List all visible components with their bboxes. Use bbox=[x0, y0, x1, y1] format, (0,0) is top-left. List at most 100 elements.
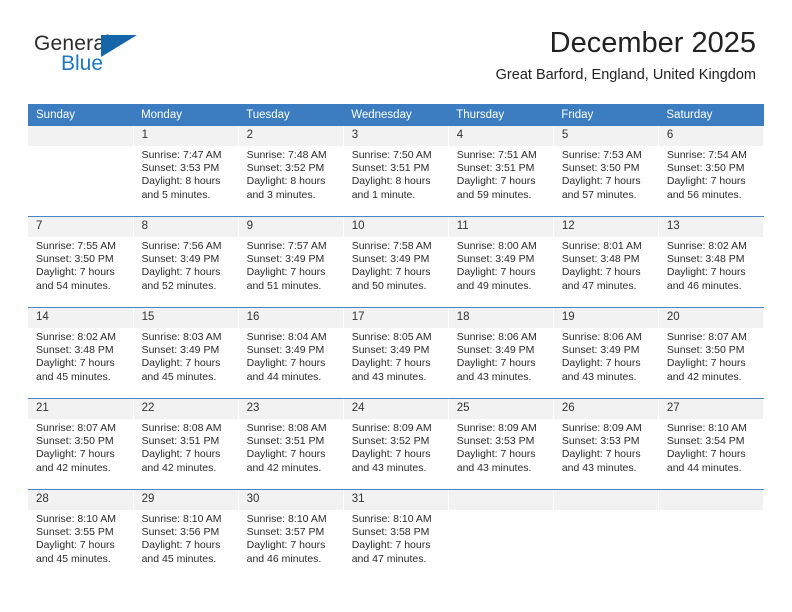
day-number: 29 bbox=[133, 490, 238, 510]
weekday-header-friday: Friday bbox=[553, 104, 659, 126]
sunset-time: Sunset: 3:52 PM bbox=[246, 162, 325, 175]
sunrise-time: Sunrise: 7:54 AM bbox=[666, 149, 747, 161]
calendar-body: 1 Sunrise: 7:47 AM Sunset: 3:53 PM Daylight… bbox=[28, 126, 765, 580]
day-details: Sunrise: 7:53 AM Sunset: 3:50 PM Daylight:… bbox=[554, 146, 658, 202]
sunrise-time: Sunrise: 8:07 AM bbox=[36, 422, 116, 434]
calendar-day-cell[interactable]: 16 Sunrise: 8:04 AM Sunset: 3:49 PM Dayligh… bbox=[238, 307, 344, 399]
calendar-day-cell[interactable]: 15 Sunrise: 8:03 AM Sunset: 3:49 PM Dayligh… bbox=[133, 307, 239, 399]
calendar-day-cell[interactable]: 26 Sunrise: 8:09 AM Sunset: 3:53 PM Dayligh… bbox=[553, 398, 659, 490]
day-number bbox=[658, 490, 763, 510]
calendar-day-cell[interactable]: 14 Sunrise: 8:02 AM Sunset: 3:48 PM Dayligh… bbox=[28, 307, 134, 399]
calendar-day-cell[interactable]: 25 Sunrise: 8:09 AM Sunset: 3:53 PM Dayligh… bbox=[448, 398, 554, 490]
sunrise-time: Sunrise: 8:03 AM bbox=[141, 331, 222, 343]
calendar-day-cell[interactable]: 30 Sunrise: 8:10 AM Sunset: 3:57 PM Dayligh… bbox=[238, 489, 344, 580]
day-number: 6 bbox=[658, 126, 763, 146]
daylight-duration-line1: Daylight: 7 hours bbox=[456, 448, 536, 461]
sunset-time: Sunset: 3:50 PM bbox=[561, 162, 640, 175]
calendar-day-cell[interactable]: 22 Sunrise: 8:08 AM Sunset: 3:51 PM Dayligh… bbox=[133, 398, 239, 490]
weekday-header-thursday: Thursday bbox=[448, 104, 554, 126]
day-details: Sunrise: 8:10 AM Sunset: 3:58 PM Daylight:… bbox=[344, 510, 448, 566]
calendar-day-cell[interactable]: 6 Sunrise: 7:54 AM Sunset: 3:50 PM Daylight… bbox=[658, 126, 765, 217]
daylight-duration-line2: and 59 minutes. bbox=[456, 188, 532, 201]
brand-logo[interactable]: General Blue bbox=[34, 32, 164, 80]
calendar-day-cell[interactable]: 10 Sunrise: 7:58 AM Sunset: 3:49 PM Dayligh… bbox=[343, 216, 449, 308]
day-number: 24 bbox=[343, 399, 448, 419]
day-details: Sunrise: 8:09 AM Sunset: 3:53 PM Daylight:… bbox=[554, 419, 658, 475]
day-number: 28 bbox=[28, 490, 133, 510]
sunrise-time: Sunrise: 8:06 AM bbox=[561, 331, 642, 343]
day-number: 2 bbox=[238, 126, 343, 146]
day-number: 17 bbox=[343, 308, 448, 328]
calendar-day-cell[interactable]: 4 Sunrise: 7:51 AM Sunset: 3:51 PM Daylight… bbox=[448, 126, 554, 217]
day-details: Sunrise: 8:05 AM Sunset: 3:49 PM Daylight:… bbox=[344, 328, 448, 384]
sunset-time: Sunset: 3:53 PM bbox=[456, 435, 535, 448]
daylight-duration-line2: and 54 minutes. bbox=[36, 279, 111, 292]
calendar-day-cell[interactable]: 31 Sunrise: 8:10 AM Sunset: 3:58 PM Dayligh… bbox=[343, 489, 449, 580]
calendar-day-cell[interactable]: 3 Sunrise: 7:50 AM Sunset: 3:51 PM Daylight… bbox=[343, 126, 449, 217]
sunrise-time: Sunrise: 8:07 AM bbox=[666, 331, 747, 343]
daylight-duration-line2: and 45 minutes. bbox=[141, 370, 217, 383]
calendar-day-cell[interactable]: 9 Sunrise: 7:57 AM Sunset: 3:49 PM Daylight… bbox=[238, 216, 344, 308]
calendar-day-cell[interactable]: 21 Sunrise: 8:07 AM Sunset: 3:50 PM Dayligh… bbox=[28, 398, 134, 490]
calendar-day-cell[interactable]: 19 Sunrise: 8:06 AM Sunset: 3:49 PM Dayligh… bbox=[553, 307, 659, 399]
weekday-header-sunday: Sunday bbox=[28, 104, 134, 126]
day-number: 7 bbox=[28, 217, 133, 237]
calendar-cell-empty bbox=[658, 489, 765, 580]
daylight-duration-line1: Daylight: 7 hours bbox=[456, 266, 536, 279]
calendar-day-cell[interactable]: 8 Sunrise: 7:56 AM Sunset: 3:49 PM Daylight… bbox=[133, 216, 239, 308]
weekday-header-wednesday: Wednesday bbox=[343, 104, 449, 126]
sunset-time: Sunset: 3:54 PM bbox=[666, 435, 745, 448]
calendar-day-cell[interactable]: 7 Sunrise: 7:55 AM Sunset: 3:50 PM Daylight… bbox=[28, 216, 134, 308]
weekday-header-tuesday: Tuesday bbox=[238, 104, 344, 126]
calendar-day-cell[interactable]: 2 Sunrise: 7:48 AM Sunset: 3:52 PM Daylight… bbox=[238, 126, 344, 217]
sunset-time: Sunset: 3:51 PM bbox=[246, 435, 325, 448]
day-details: Sunrise: 8:06 AM Sunset: 3:49 PM Daylight:… bbox=[449, 328, 553, 384]
day-number: 12 bbox=[553, 217, 658, 237]
daylight-duration-line2: and 45 minutes. bbox=[36, 370, 111, 383]
calendar-cell-empty bbox=[553, 489, 659, 580]
weekday-header-monday: Monday bbox=[133, 104, 239, 126]
sunrise-time: Sunrise: 7:47 AM bbox=[141, 149, 222, 161]
calendar-day-cell[interactable]: 11 Sunrise: 8:00 AM Sunset: 3:49 PM Dayligh… bbox=[448, 216, 554, 308]
day-details: Sunrise: 7:55 AM Sunset: 3:50 PM Daylight:… bbox=[28, 237, 133, 293]
daylight-duration-line2: and 57 minutes. bbox=[561, 188, 637, 201]
sunrise-time: Sunrise: 7:53 AM bbox=[561, 149, 642, 161]
calendar-day-cell[interactable]: 29 Sunrise: 8:10 AM Sunset: 3:56 PM Dayligh… bbox=[133, 489, 239, 580]
calendar-day-cell[interactable]: 18 Sunrise: 8:06 AM Sunset: 3:49 PM Dayligh… bbox=[448, 307, 554, 399]
calendar-day-cell[interactable]: 1 Sunrise: 7:47 AM Sunset: 3:53 PM Daylight… bbox=[133, 126, 239, 217]
daylight-duration-line1: Daylight: 8 hours bbox=[246, 175, 326, 188]
calendar-day-cell[interactable]: 20 Sunrise: 8:07 AM Sunset: 3:50 PM Dayligh… bbox=[658, 307, 765, 399]
calendar-day-cell[interactable]: 12 Sunrise: 8:01 AM Sunset: 3:48 PM Dayligh… bbox=[553, 216, 659, 308]
daylight-duration-line1: Daylight: 7 hours bbox=[666, 266, 746, 279]
day-number: 15 bbox=[133, 308, 238, 328]
calendar-day-cell[interactable]: 17 Sunrise: 8:05 AM Sunset: 3:49 PM Dayligh… bbox=[343, 307, 449, 399]
calendar-day-cell[interactable]: 28 Sunrise: 8:10 AM Sunset: 3:55 PM Dayligh… bbox=[28, 489, 134, 580]
sunset-time: Sunset: 3:50 PM bbox=[666, 162, 745, 175]
day-number: 19 bbox=[553, 308, 658, 328]
day-details: Sunrise: 7:56 AM Sunset: 3:49 PM Daylight:… bbox=[134, 237, 238, 293]
calendar-day-cell[interactable]: 5 Sunrise: 7:53 AM Sunset: 3:50 PM Daylight… bbox=[553, 126, 659, 217]
daylight-duration-line2: and 44 minutes. bbox=[666, 461, 742, 474]
sunset-time: Sunset: 3:52 PM bbox=[351, 435, 430, 448]
day-number: 11 bbox=[448, 217, 553, 237]
calendar-day-cell[interactable]: 27 Sunrise: 8:10 AM Sunset: 3:54 PM Dayligh… bbox=[658, 398, 765, 490]
daylight-duration-line2: and 46 minutes. bbox=[666, 279, 742, 292]
day-number: 27 bbox=[658, 399, 763, 419]
daylight-duration-line2: and 43 minutes. bbox=[456, 370, 532, 383]
daylight-duration-line1: Daylight: 7 hours bbox=[141, 357, 221, 370]
calendar-day-cell[interactable]: 13 Sunrise: 8:02 AM Sunset: 3:48 PM Dayligh… bbox=[658, 216, 765, 308]
calendar-day-cell[interactable]: 23 Sunrise: 8:08 AM Sunset: 3:51 PM Dayligh… bbox=[238, 398, 344, 490]
daylight-duration-line2: and 42 minutes. bbox=[666, 370, 742, 383]
calendar-day-cell[interactable]: 24 Sunrise: 8:09 AM Sunset: 3:52 PM Dayligh… bbox=[343, 398, 449, 490]
daylight-duration-line1: Daylight: 7 hours bbox=[246, 357, 326, 370]
day-details: Sunrise: 8:02 AM Sunset: 3:48 PM Daylight:… bbox=[659, 237, 763, 293]
day-number: 25 bbox=[448, 399, 553, 419]
daylight-duration-line2: and 52 minutes. bbox=[141, 279, 217, 292]
sunset-time: Sunset: 3:49 PM bbox=[141, 253, 220, 266]
calendar-header-row: Sunday Monday Tuesday Wednesday Thursday… bbox=[28, 104, 764, 126]
sunrise-time: Sunrise: 8:08 AM bbox=[141, 422, 222, 434]
sunrise-time: Sunrise: 7:58 AM bbox=[351, 240, 432, 252]
day-details: Sunrise: 7:50 AM Sunset: 3:51 PM Daylight:… bbox=[344, 146, 448, 202]
daylight-duration-line2: and 46 minutes. bbox=[246, 552, 322, 565]
calendar-week-row: 14 Sunrise: 8:02 AM Sunset: 3:48 PM Dayligh… bbox=[28, 307, 765, 399]
